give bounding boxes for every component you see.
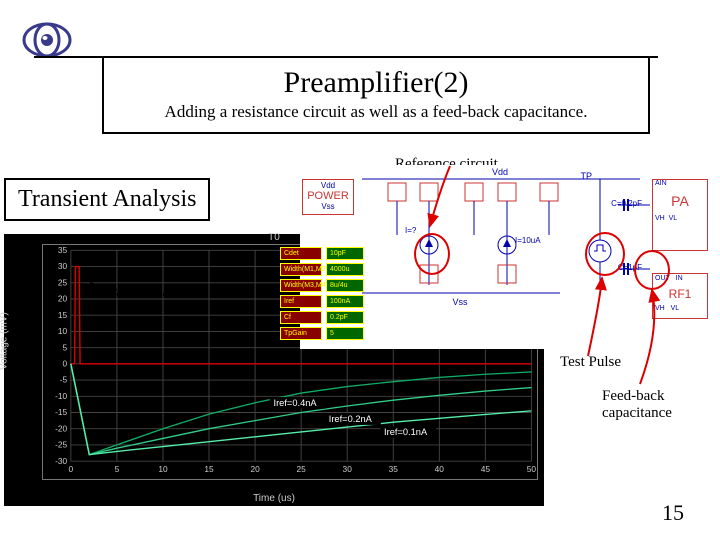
svg-text:35: 35	[58, 246, 68, 255]
svg-text:50: 50	[527, 465, 537, 474]
svg-text:-10: -10	[55, 392, 68, 401]
svg-text:25: 25	[297, 465, 307, 474]
callout-arrows	[300, 160, 720, 410]
svg-text:-30: -30	[55, 457, 68, 466]
slide-title: Preamplifier(2)	[116, 66, 636, 100]
svg-text:0: 0	[69, 465, 74, 474]
svg-text:25: 25	[58, 279, 68, 288]
svg-text:0: 0	[62, 360, 67, 369]
chart-ylabel: Voltage (mV)	[0, 312, 10, 370]
svg-text:-20: -20	[55, 425, 68, 434]
feedback-cap-label: Feed-back capacitance	[602, 388, 702, 422]
svg-text:5: 5	[115, 465, 120, 474]
chart-title: T0	[268, 232, 280, 243]
svg-text:5: 5	[62, 343, 67, 352]
svg-text:Iref=0.2nA: Iref=0.2nA	[329, 414, 373, 424]
svg-text:Iref=0.1nA: Iref=0.1nA	[384, 427, 428, 437]
test-pulse-label-2: Test Pulse	[560, 354, 621, 371]
svg-text:40: 40	[435, 465, 445, 474]
svg-text:-5: -5	[60, 376, 68, 385]
svg-text:35: 35	[389, 465, 399, 474]
svg-text:20: 20	[250, 465, 260, 474]
slide-subtitle: Adding a resistance circuit as well as a…	[116, 102, 636, 122]
svg-text:45: 45	[481, 465, 491, 474]
svg-text:30: 30	[58, 262, 68, 271]
svg-text:10: 10	[58, 327, 68, 336]
test-pulse-label-1: Test Pulse	[108, 286, 169, 303]
page-number: 15	[662, 500, 684, 526]
svg-text:-15: -15	[55, 408, 68, 417]
transient-heading: Transient Analysis	[4, 178, 210, 221]
chart-xlabel: Time (us)	[253, 493, 295, 504]
title-box: Preamplifier(2) Adding a resistance circ…	[102, 56, 650, 134]
svg-text:15: 15	[58, 311, 68, 320]
svg-text:20: 20	[58, 295, 68, 304]
logo-icon	[22, 22, 72, 58]
svg-text:10: 10	[158, 465, 168, 474]
svg-text:-25: -25	[55, 441, 68, 450]
svg-text:30: 30	[343, 465, 353, 474]
svg-text:15: 15	[204, 465, 214, 474]
